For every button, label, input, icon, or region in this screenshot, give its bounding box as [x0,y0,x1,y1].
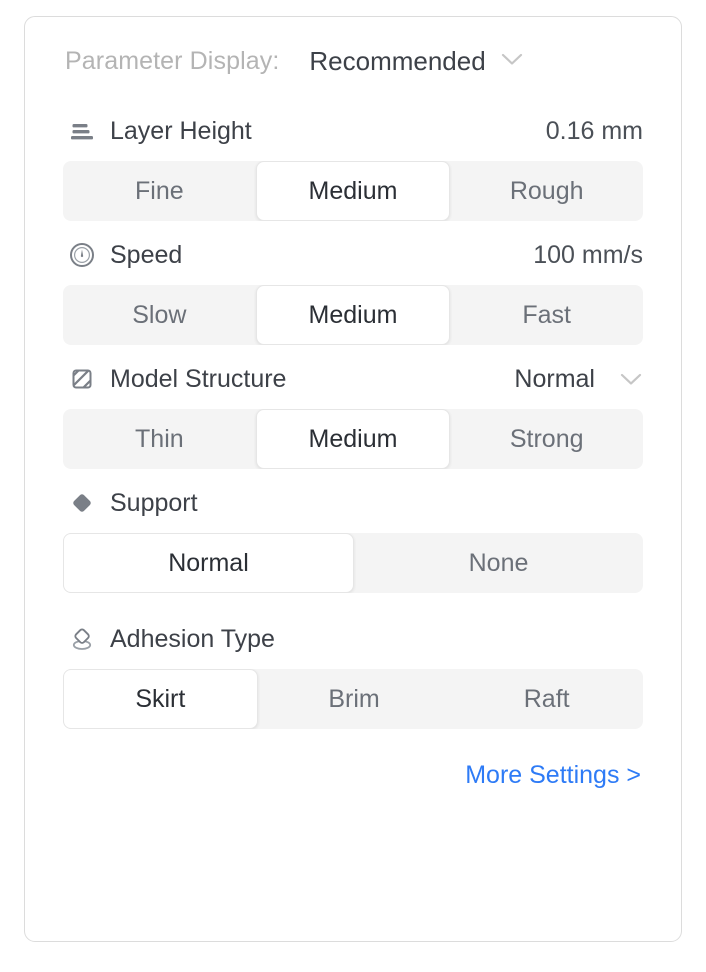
more-settings-link[interactable]: More Settings > [465,761,641,790]
speed-title: Speed [110,240,183,269]
speed-option-medium[interactable]: Medium [255,285,451,345]
footer: More Settings > [63,743,643,807]
setting-group-adhesion-type: Adhesion Type Skirt Brim Raft [63,613,643,729]
model-structure-value: Normal [514,364,595,393]
adhesion-type-option-raft[interactable]: Raft [450,669,643,729]
setting-group-model-structure: Model Structure Normal Thin Medium Stron… [63,353,643,469]
adhesion-type-option-brim[interactable]: Brim [258,669,451,729]
chevron-down-icon[interactable] [619,371,643,387]
parameter-display-label: Parameter Display: [65,46,280,75]
model-structure-option-medium[interactable]: Medium [255,409,451,469]
layer-height-title: Layer Height [110,116,252,145]
support-segmented-control[interactable]: Normal None [63,533,643,593]
adhesion-type-segmented-control[interactable]: Skirt Brim Raft [63,669,643,729]
speed-segmented-control[interactable]: Slow Medium Fast [63,285,643,345]
parameter-panel-screen: Parameter Display: Recommended Layer Hei… [0,0,706,972]
layer-height-value: 0.16 mm [545,116,643,145]
layer-height-option-rough[interactable]: Rough [450,161,643,221]
support-title: Support [110,488,198,517]
speed-option-fast[interactable]: Fast [450,285,643,345]
speed-value: 100 mm/s [533,240,643,269]
setting-group-layer-height: Layer Height 0.16 mm Fine Medium Rough [63,105,643,221]
parameter-display-row: Parameter Display: Recommended [63,17,643,105]
hatched-square-icon [65,362,99,396]
parameter-display-value[interactable]: Recommended [309,46,485,77]
diamond-icon [65,486,99,520]
setting-group-speed: Speed 100 mm/s Slow Medium Fast [63,229,643,345]
model-structure-segmented-control[interactable]: Thin Medium Strong [63,409,643,469]
layer-height-header: Layer Height 0.16 mm [63,105,643,157]
model-structure-option-strong[interactable]: Strong [450,409,643,469]
model-structure-dropdown[interactable]: Normal [514,365,643,394]
print-settings-card: Parameter Display: Recommended Layer Hei… [24,16,682,942]
support-header: Support [63,477,643,529]
adhesion-type-title: Adhesion Type [110,624,275,653]
model-structure-header: Model Structure Normal [63,353,643,405]
layer-height-segmented-control[interactable]: Fine Medium Rough [63,161,643,221]
speed-header: Speed 100 mm/s [63,229,643,281]
chevron-down-icon[interactable] [500,51,524,67]
speedometer-icon [65,238,99,272]
support-option-none[interactable]: None [354,533,643,593]
adhesion-type-option-skirt[interactable]: Skirt [63,669,258,729]
model-structure-title: Model Structure [110,364,287,393]
layer-height-option-fine[interactable]: Fine [63,161,256,221]
layer-height-option-medium[interactable]: Medium [255,161,451,221]
setting-group-support: Support Normal None [63,477,643,593]
support-option-normal[interactable]: Normal [63,533,354,593]
speed-option-slow[interactable]: Slow [63,285,256,345]
model-structure-option-thin[interactable]: Thin [63,409,256,469]
model-on-plate-icon [65,622,99,656]
layers-icon [65,114,99,148]
adhesion-type-header: Adhesion Type [63,613,643,665]
